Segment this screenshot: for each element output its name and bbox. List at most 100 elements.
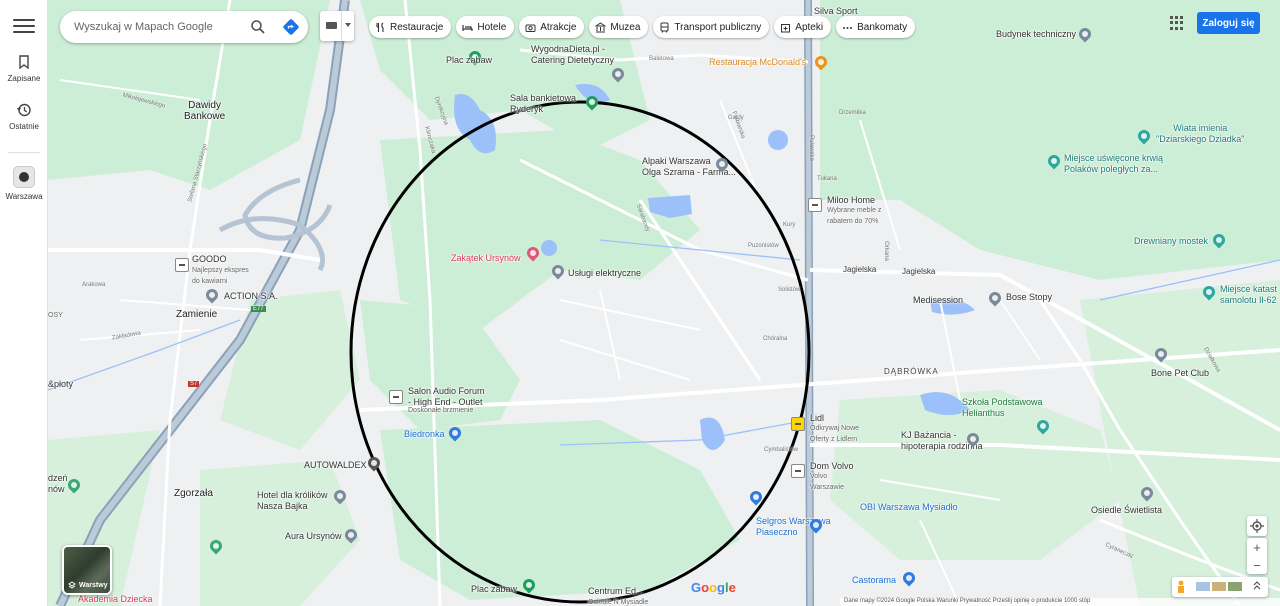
place-castorama[interactable]: Castorama <box>852 575 896 586</box>
left-rail: Zapisane Ostatnie Warszawa <box>0 0 48 606</box>
road-baletowa: Baletowa <box>649 56 674 62</box>
place-wiata[interactable]: Wiata imienia "Dziarskiego Dziadka" <box>1156 123 1244 145</box>
chip-label: Hotele <box>477 21 507 33</box>
place-action[interactable]: ACTION S.A. <box>224 291 278 302</box>
chip-attractions[interactable]: Atrakcje <box>519 16 585 38</box>
chip-label: Apteki <box>795 21 824 33</box>
place-hotel[interactable]: Hotel dla królików Nasza Bajka <box>257 490 328 512</box>
chevron-down-icon <box>345 23 351 27</box>
road-arakowa: Arakowa <box>82 282 106 288</box>
search-input[interactable] <box>74 21 242 33</box>
saved-label: Zapisane <box>7 74 41 83</box>
layers-icon <box>68 581 76 589</box>
divider <box>341 11 342 41</box>
map-canvas[interactable]: Dawidy Bankowe Zamienie Zgorzała DĄBRÓWK… <box>48 0 1280 606</box>
chip-label: Restauracje <box>390 21 444 33</box>
directions-icon[interactable] <box>282 18 300 36</box>
chip-restaurants[interactable]: Restauracje <box>369 16 452 38</box>
search-box <box>60 11 308 43</box>
zoom-out-button[interactable]: − <box>1247 556 1267 574</box>
road-chorolna: Chóralna <box>763 336 788 342</box>
my-location-button[interactable] <box>1247 516 1267 536</box>
road-solistow: Solistów <box>778 287 801 293</box>
layers-button[interactable]: Warstwy <box>62 545 112 595</box>
place-goodo[interactable]: GOODO <box>192 254 227 265</box>
recent-button[interactable]: Ostatnie <box>0 102 48 131</box>
place-szkola[interactable]: Szkoła Podstawowa Helianthus <box>962 397 1043 419</box>
camera-icon <box>525 24 536 32</box>
chip-atms[interactable]: Bankomaty <box>836 16 916 38</box>
chip-pharmacies[interactable]: Apteki <box>774 16 832 38</box>
place-wygodna[interactable]: WygodnaDieta.pl - Catering Dietetyczny <box>531 44 614 66</box>
place-miejsce2[interactable]: Miejsce katast samolotu Ił-62 <box>1220 284 1277 306</box>
road-s7: S7 <box>188 381 200 387</box>
place-lidl-sub: Odkrywaj Nowe Oferty z Lidlem <box>810 425 860 443</box>
pegman-and-thumbnails <box>1178 580 1261 593</box>
place-osiedle[interactable]: Osiedle Świetlista <box>1091 505 1162 516</box>
saved-button[interactable]: Zapisane <box>0 54 48 83</box>
road-tukana: Tukana <box>817 176 837 182</box>
town-text: Dawidy Bankowe <box>184 100 226 122</box>
category-chips: Restauracje Hotele Atrakcje Muzea Transp… <box>369 16 916 38</box>
place-thumbnail <box>13 166 35 188</box>
chip-label: Transport publiczny <box>674 21 762 33</box>
history-icon <box>17 103 31 117</box>
place-drewniany[interactable]: Drewniany mostek <box>1134 236 1208 247</box>
road-e77: E77 <box>251 306 266 312</box>
place-salon-sub: Doskonałe brzmienie <box>408 407 474 414</box>
place-budynek[interactable]: Budynek techniczny <box>996 29 1076 40</box>
place-milo-sub: Wybrane meble z rabatem do 70% <box>827 207 882 225</box>
place-plac-zabaw-bottom[interactable]: Plac zabaw <box>471 584 517 595</box>
place-centrum[interactable]: Centrum Ed... <box>588 586 644 597</box>
place-plac-zabaw-top[interactable]: Plac zabaw <box>446 55 492 66</box>
place-sala[interactable]: Sala bankietowa Ryderyk <box>510 93 576 115</box>
road-jagielska-2: Jagielska <box>902 267 936 276</box>
recent-place-warszawa[interactable]: Warszawa <box>0 166 48 201</box>
chip-transit[interactable]: Transport publiczny <box>653 16 770 38</box>
district-label-dabrowka: DĄBRÓWKA <box>884 367 939 376</box>
sign-in-button[interactable]: Zaloguj się <box>1197 12 1260 34</box>
store-pin[interactable] <box>389 390 403 404</box>
place-akademia[interactable]: Akademia Dziecka <box>78 594 153 605</box>
road-kury: Kury <box>783 222 796 228</box>
place-obi[interactable]: OBI Warszawa Mysiadło <box>860 502 958 513</box>
map-type-button[interactable] <box>320 11 354 41</box>
place-medisession[interactable]: Medisession <box>913 295 963 306</box>
store-pin[interactable] <box>791 464 805 478</box>
chip-museums[interactable]: Muzea <box>589 16 649 38</box>
place-bone[interactable]: Bone Pet Club <box>1151 368 1209 379</box>
store-pin[interactable] <box>175 258 189 272</box>
chip-label: Muzea <box>610 21 641 33</box>
place-biedronka[interactable]: Biedronka <box>404 429 445 440</box>
apps-grid-icon[interactable] <box>1170 16 1184 30</box>
place-miejsce1[interactable]: Miejsce uświęcone krwią Polaków poległyc… <box>1064 153 1163 175</box>
place-dom-volvo-sub: Volvo Warszawie <box>810 473 844 491</box>
place-zakatek[interactable]: Zakątek Ursynów <box>451 253 521 264</box>
bus-icon <box>660 22 669 32</box>
road-pulawska: Puławska <box>807 135 814 161</box>
place-autowaldex[interactable]: AUTOWALDEX <box>304 460 367 471</box>
recent-label: Ostatnie <box>9 122 39 131</box>
rail-divider <box>8 152 40 153</box>
recent-place-label: Warszawa <box>5 192 43 201</box>
zoom-in-button[interactable]: + <box>1247 538 1267 556</box>
maps-app: Zapisane Ostatnie Warszawa Dawidy Bankow… <box>0 0 1280 606</box>
place-aura[interactable]: Aura Ursynów <box>285 531 342 542</box>
search-icon[interactable] <box>250 19 266 35</box>
road-jagielska-1: Jagielska <box>843 265 877 274</box>
road-cymbalistow: Cymbalistów <box>764 447 799 453</box>
place-mcdonalds[interactable]: Restauracja McDonald's <box>709 57 806 68</box>
fork-knife-icon <box>376 22 384 32</box>
store-pin[interactable] <box>808 198 822 212</box>
layers-label-wrap: Warstwy <box>68 581 108 589</box>
place-osy: OSY <box>48 312 63 319</box>
lidl-pin[interactable] <box>791 417 805 431</box>
atm-icon <box>843 26 853 29</box>
chip-hotels[interactable]: Hotele <box>456 16 515 38</box>
menu-icon[interactable] <box>13 19 35 35</box>
bed-icon <box>462 24 473 31</box>
place-uslugi[interactable]: Usługi elektryczne <box>568 268 641 279</box>
place-bose[interactable]: Bose Stopy <box>1006 292 1052 303</box>
place-centrum-sub: Osiedle N Mysiadle <box>588 599 649 606</box>
bookmark-icon <box>19 55 29 70</box>
